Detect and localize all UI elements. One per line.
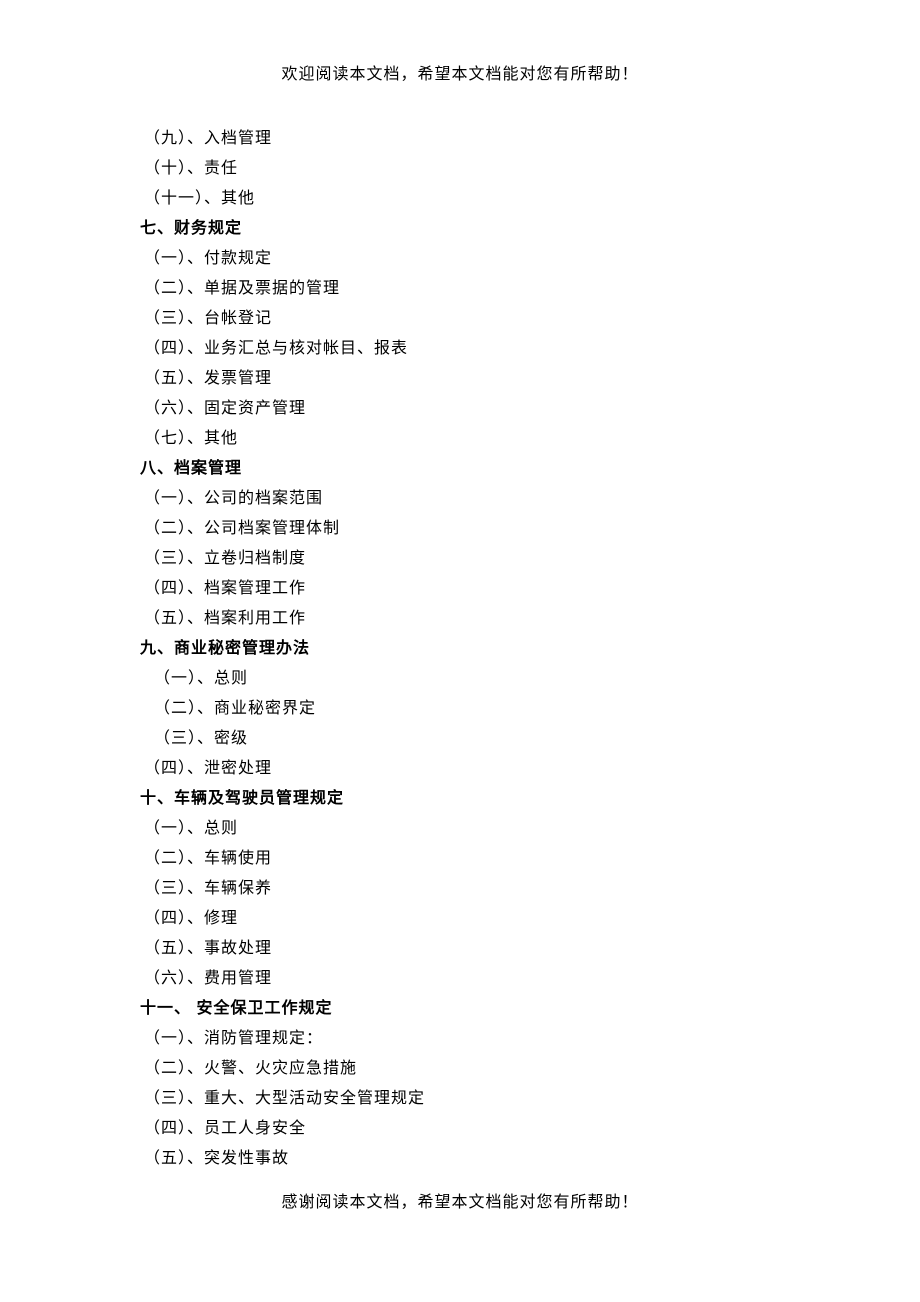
list-item: （三）、密级	[140, 724, 780, 754]
document-page: 欢迎阅读本文档，希望本文档能对您有所帮助！ （九）、入档管理（十）、责任（十一）…	[0, 0, 920, 1174]
list-item: （二）、火警、火灾应急措施	[140, 1054, 780, 1084]
section-heading: 十、车辆及驾驶员管理规定	[140, 784, 780, 814]
list-item: （六）、费用管理	[140, 964, 780, 994]
list-item: （二）、商业秘密界定	[140, 694, 780, 724]
section-heading: 八、档案管理	[140, 454, 780, 484]
list-item: （五）、突发性事故	[140, 1144, 780, 1174]
list-item: （四）、修理	[140, 904, 780, 934]
section-heading: 九、商业秘密管理办法	[140, 634, 780, 664]
list-item: （四）、泄密处理	[140, 754, 780, 784]
list-item: （五）、事故处理	[140, 934, 780, 964]
list-item: （五）、档案利用工作	[140, 604, 780, 634]
list-item: （十）、责任	[140, 154, 780, 184]
list-item: （三）、车辆保养	[140, 874, 780, 904]
list-item: （二）、车辆使用	[140, 844, 780, 874]
list-item: （一）、公司的档案范围	[140, 484, 780, 514]
list-item: （三）、重大、大型活动安全管理规定	[140, 1084, 780, 1114]
section-heading: 七、财务规定	[140, 214, 780, 244]
section-heading: 十一、 安全保卫工作规定	[140, 994, 780, 1024]
page-header: 欢迎阅读本文档，希望本文档能对您有所帮助！	[140, 60, 780, 84]
list-item: （四）、员工人身安全	[140, 1114, 780, 1144]
document-body: （九）、入档管理（十）、责任（十一）、其他七、财务规定（一）、付款规定（二）、单…	[140, 124, 780, 1174]
list-item: （九）、入档管理	[140, 124, 780, 154]
list-item: （三）、台帐登记	[140, 304, 780, 334]
list-item: （六）、固定资产管理	[140, 394, 780, 424]
list-item: （三）、立卷归档制度	[140, 544, 780, 574]
list-item: （一）、付款规定	[140, 244, 780, 274]
list-item: （二）、单据及票据的管理	[140, 274, 780, 304]
list-item: （二）、公司档案管理体制	[140, 514, 780, 544]
list-item: （一）、总则	[140, 814, 780, 844]
list-item: （一）、总则	[140, 664, 780, 694]
list-item: （七）、其他	[140, 424, 780, 454]
list-item: （十一）、其他	[140, 184, 780, 214]
list-item: （五）、发票管理	[140, 364, 780, 394]
list-item: （四）、档案管理工作	[140, 574, 780, 604]
list-item: （一）、消防管理规定：	[140, 1024, 780, 1054]
list-item: （四）、业务汇总与核对帐目、报表	[140, 334, 780, 364]
page-footer: 感谢阅读本文档，希望本文档能对您有所帮助！	[0, 1188, 920, 1212]
